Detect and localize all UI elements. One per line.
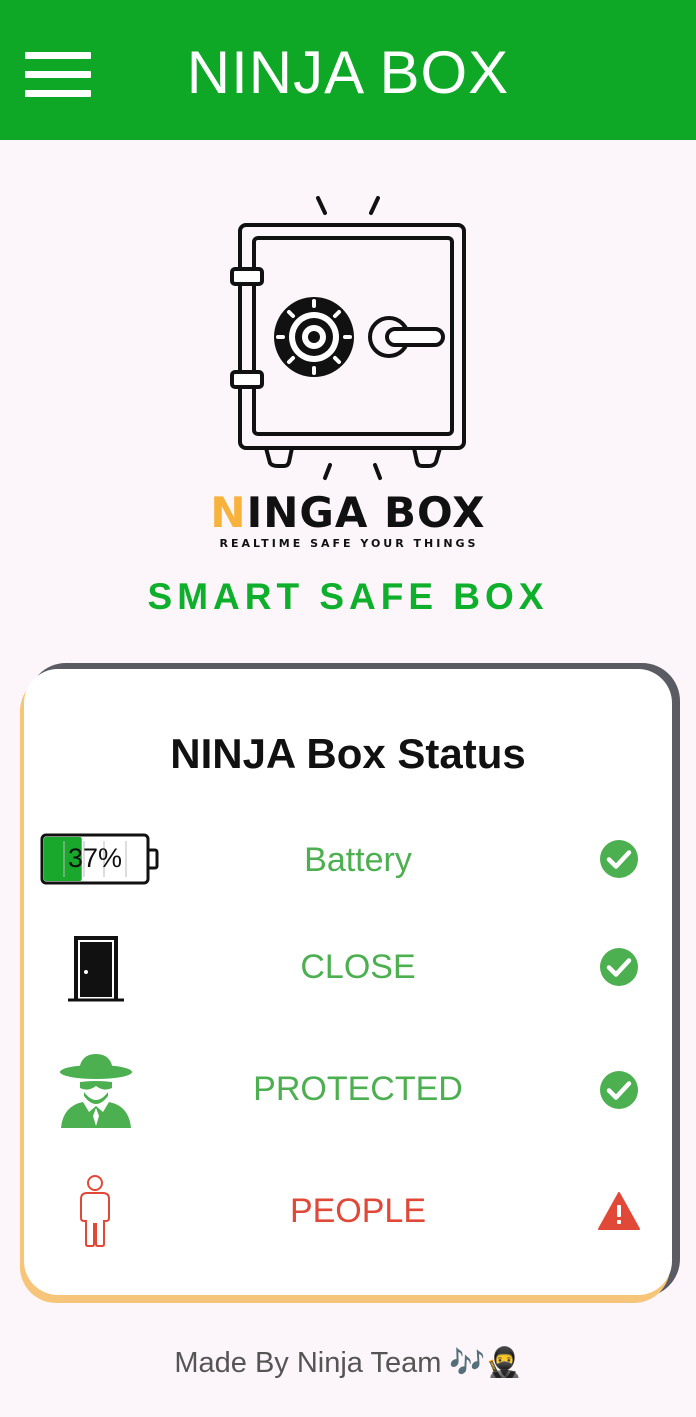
door-status-label: CLOSE [300, 948, 416, 986]
page-subtitle: SMART SAFE BOX [147, 576, 549, 617]
app-title: NINJA BOX [186, 39, 510, 106]
protection-status-label: PROTECTED [253, 1070, 463, 1108]
spy-icon [60, 1054, 132, 1128]
brand-tagline: REALTIME SAFE YOUR THINGS [219, 537, 479, 550]
door-icon [68, 936, 124, 1002]
check-circle-icon [600, 840, 638, 878]
app-bar: NINJA BOX [0, 0, 696, 140]
battery-percent: 37% [67, 843, 123, 873]
footer-credit: Made By Ninja Team 🎶🥷 [174, 1347, 522, 1379]
status-card-title: NINJA Box Status [170, 730, 526, 777]
warning-icon [598, 1192, 640, 1230]
brand-name: NINGA BOX [0, 488, 696, 537]
check-circle-icon [600, 948, 638, 986]
check-circle-icon [600, 1071, 638, 1109]
battery-label: Battery [304, 841, 412, 879]
person-icon [80, 1175, 110, 1247]
people-status-label: PEOPLE [289, 1192, 427, 1230]
brand-rest: INGA BOX [246, 488, 486, 537]
brand-first-letter: N [210, 488, 247, 537]
